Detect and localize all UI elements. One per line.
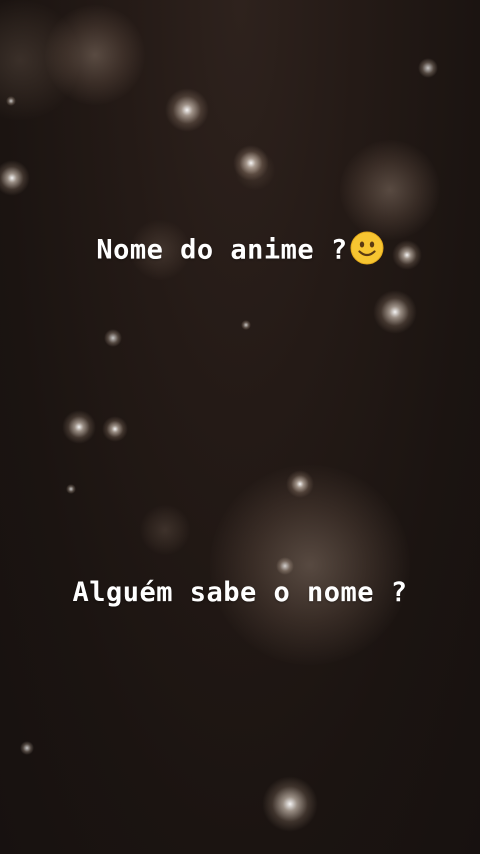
- sparkle-light: [286, 470, 314, 498]
- sparkle-dot: [276, 557, 294, 575]
- bokeh-light: [140, 505, 190, 555]
- sparkle-dot: [6, 96, 16, 106]
- bokeh-light: [45, 5, 145, 105]
- sparkle-dot: [66, 484, 76, 494]
- sparkle-dot: [241, 320, 251, 330]
- sparkle-light: [262, 776, 318, 832]
- bokeh-light: [340, 140, 440, 240]
- bokeh-light: [235, 150, 275, 190]
- bokeh-light: [210, 465, 410, 665]
- sparkle-light: [373, 290, 417, 334]
- sparkle-light: [62, 410, 96, 444]
- sparkle-light: [102, 416, 128, 442]
- sparkle-light: [0, 160, 30, 196]
- video-frame: Nome do anime ? Alguém sabe o nome ?: [0, 0, 480, 854]
- sparkle-dot: [20, 741, 34, 755]
- question-caption: Alguém sabe o nome ?: [0, 577, 480, 608]
- sparkle-light: [233, 145, 269, 181]
- title-caption: Nome do anime ?: [0, 231, 480, 268]
- sparkle-dot: [418, 58, 438, 78]
- title-caption-text: Nome do anime ?: [96, 234, 348, 266]
- question-caption-text: Alguém sabe o nome ?: [72, 577, 408, 608]
- sparkle-light: [165, 88, 209, 132]
- sparkle-dot: [104, 329, 122, 347]
- bokeh-light: [0, 0, 80, 120]
- slightly-smiling-face-icon: [350, 231, 384, 265]
